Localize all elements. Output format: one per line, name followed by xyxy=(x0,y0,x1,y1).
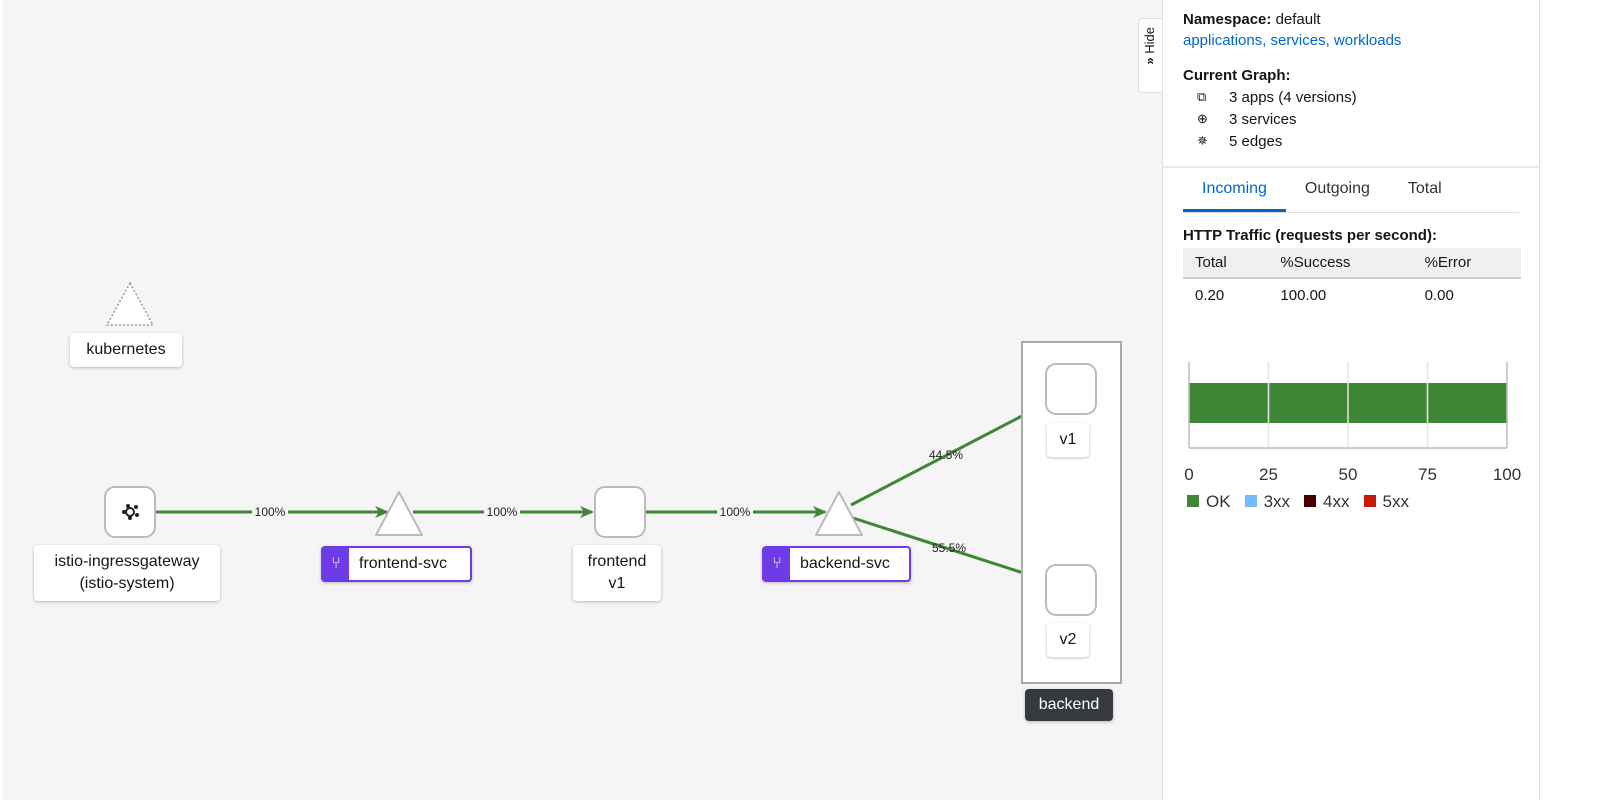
apps-count: 3 apps (4 versions) xyxy=(1229,88,1357,106)
gateway-label: istio-ingressgateway (istio-system) xyxy=(34,545,220,601)
graph-canvas[interactable]: 100% 100% 100% 44.5% 55.5% kubernetes is… xyxy=(0,0,1162,800)
chart-legend: OK 3xx 4xx 5xx xyxy=(1187,492,1409,512)
backend-app-label: backend xyxy=(1025,689,1113,721)
namespace-value: default xyxy=(1275,11,1321,28)
frontend-svc-badge: ⑂ frontend-svc xyxy=(321,546,472,582)
http-traffic-heading: HTTP Traffic (requests per second): xyxy=(1183,227,1437,244)
edge-label: 100% xyxy=(720,505,751,519)
tick-label: 75 xyxy=(1418,465,1437,484)
backend-svc-badge: ⑂ backend-svc xyxy=(762,546,911,582)
services-icon: ⊕ xyxy=(1197,111,1208,126)
edge-label: 100% xyxy=(487,505,518,519)
tick-label: 100 xyxy=(1493,465,1521,484)
gateway-name: istio-ingressgateway xyxy=(54,553,200,570)
edge-label: 55.5% xyxy=(932,541,966,555)
backend-v1-node[interactable] xyxy=(1045,363,1097,415)
virtual-service-icon: ⑂ xyxy=(323,548,349,580)
edge-label: 100% xyxy=(255,505,286,519)
backend-v2-node[interactable] xyxy=(1045,564,1097,616)
legend-item-5xx: 5xx xyxy=(1363,492,1409,512)
tab-total[interactable]: Total xyxy=(1389,168,1461,212)
gateway-namespace: (istio-system) xyxy=(79,575,175,592)
current-graph-heading: Current Graph: xyxy=(1183,67,1291,84)
tick-label: 25 xyxy=(1259,465,1278,484)
edges-icon: ✵ xyxy=(1197,133,1208,148)
kubernetes-service-node[interactable] xyxy=(106,282,154,326)
traffic-table: Total %Success %Error 0.20 100.00 0.00 xyxy=(1183,248,1521,312)
frontend-node[interactable] xyxy=(594,486,646,538)
hide-panel-button[interactable]: » Hide xyxy=(1138,18,1162,93)
tab-outgoing[interactable]: Outgoing xyxy=(1286,168,1389,212)
v2-label: v2 xyxy=(1047,623,1089,657)
services-count: 3 services xyxy=(1229,110,1297,128)
legend-item-3xx: 3xx xyxy=(1244,492,1290,512)
namespace-links[interactable]: applications, services, workloads xyxy=(1183,32,1519,49)
tick-label: 0 xyxy=(1184,465,1193,484)
tick-label: 50 xyxy=(1339,465,1358,484)
graph-svg: 100% 100% 100% 44.5% 55.5% xyxy=(104,282,1122,684)
gateway-node[interactable] xyxy=(104,486,156,538)
traffic-chart: 0 25 50 75 100 xyxy=(1184,362,1521,484)
legend-item-4xx: 4xx xyxy=(1304,492,1350,512)
edges-count: 5 edges xyxy=(1229,132,1283,150)
tab-incoming[interactable]: Incoming xyxy=(1183,168,1286,212)
edge-label: 44.5% xyxy=(929,448,963,462)
legend-item-OK: OK xyxy=(1187,492,1231,512)
apps-icon: ⧉ xyxy=(1197,89,1207,104)
side-panel: Namespace: default applications, service… xyxy=(1162,0,1540,800)
kubernetes-label: kubernetes xyxy=(70,333,182,367)
virtual-service-icon: ⑂ xyxy=(764,548,790,580)
frontend-label: frontend v1 xyxy=(573,545,661,601)
namespace-label: Namespace: xyxy=(1183,11,1272,28)
v1-label: v1 xyxy=(1047,423,1089,457)
